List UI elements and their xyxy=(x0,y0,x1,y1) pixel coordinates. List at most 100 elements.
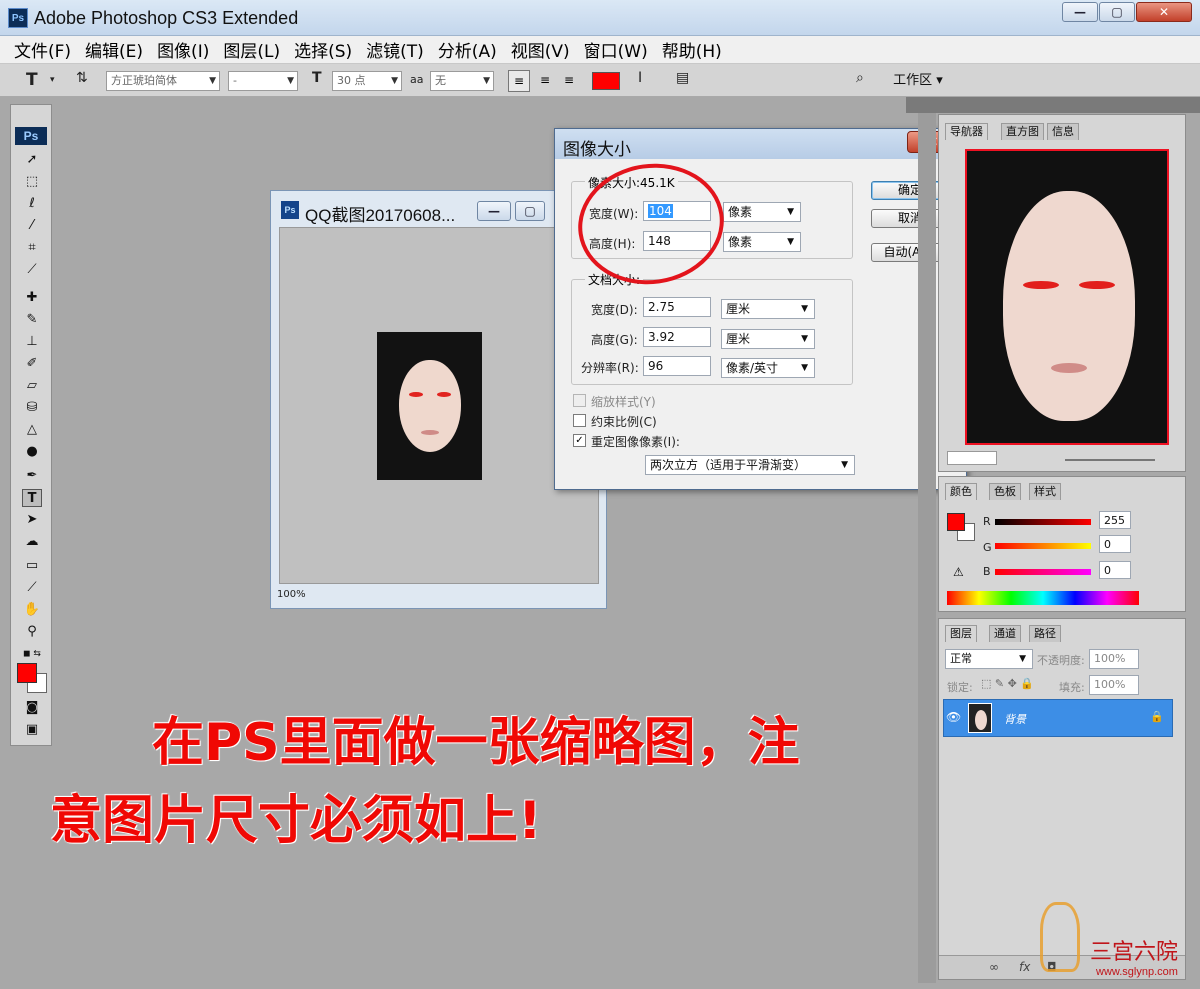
workspace-button[interactable]: 工作区 ▾ xyxy=(884,70,952,92)
slice-tool-icon[interactable]: ⟋ xyxy=(22,261,42,279)
doc-height-unit-select[interactable]: 厘米 ▼ xyxy=(721,329,815,349)
file-browser-icon[interactable]: ⌕ xyxy=(856,70,864,86)
fx-icon[interactable]: fx xyxy=(1019,960,1030,974)
menu-file[interactable]: 文件(F) xyxy=(14,37,71,62)
screen-mode-icon[interactable]: ▣ xyxy=(22,721,42,739)
doc-width-unit-select[interactable]: 厘米 ▼ xyxy=(721,299,815,319)
align-left-icon[interactable]: ≡ xyxy=(508,70,530,92)
history-brush-icon[interactable]: ✐ xyxy=(22,355,42,373)
color-fg-swatch[interactable] xyxy=(947,513,965,531)
resolution-input[interactable]: 96 xyxy=(643,356,711,376)
swap-colors-icon[interactable]: ◼ ⇆ xyxy=(22,645,42,663)
lips-shape xyxy=(1051,363,1087,373)
doc-height-input[interactable]: 3.92 xyxy=(643,327,711,347)
align-right-icon[interactable]: ≡ xyxy=(558,70,580,92)
healing-brush-icon[interactable]: ✚ xyxy=(22,289,42,307)
doc-minimize-button[interactable]: — xyxy=(477,201,511,221)
menu-layer[interactable]: 图层(L) xyxy=(223,37,280,62)
gamut-warning-icon[interactable]: ⚠ xyxy=(953,565,964,579)
tab-swatches[interactable]: 色板 xyxy=(989,483,1021,500)
tab-layers[interactable]: 图层 xyxy=(945,625,977,642)
align-center-icon[interactable]: ≡ xyxy=(534,70,556,92)
resample-checkbox[interactable]: ✓ xyxy=(573,434,586,447)
zoom-level[interactable]: 100% xyxy=(277,589,327,605)
warp-text-icon[interactable]: Ӏ xyxy=(638,70,642,86)
link-layers-icon[interactable]: ∞ xyxy=(989,960,999,974)
navigator-preview[interactable] xyxy=(965,149,1169,445)
menu-image[interactable]: 图像(I) xyxy=(157,37,209,62)
shape-tool-icon[interactable]: ☁ xyxy=(22,533,42,551)
b-slider[interactable] xyxy=(995,569,1091,575)
menu-select[interactable]: 选择(S) xyxy=(294,37,352,62)
g-input[interactable]: 0 xyxy=(1099,535,1131,553)
tab-histogram[interactable]: 直方图 xyxy=(1001,123,1044,140)
navigator-zoom-slider[interactable] xyxy=(1065,459,1155,461)
lock-icons[interactable]: ⬚ ✎ ✥ 🔒 xyxy=(981,677,1034,690)
fill-input[interactable]: 100% xyxy=(1089,675,1139,695)
dodge-tool-icon[interactable]: ● xyxy=(22,443,42,461)
notes-tool-icon[interactable]: ▭ xyxy=(22,557,42,575)
eyedropper-tool-icon[interactable]: ⟋ xyxy=(22,579,42,597)
menu-edit[interactable]: 编辑(E) xyxy=(85,37,143,62)
maximize-button[interactable]: ▢ xyxy=(1099,2,1135,22)
tab-info[interactable]: 信息 xyxy=(1047,123,1079,140)
constrain-proportions-checkbox[interactable] xyxy=(573,414,586,427)
menu-filter[interactable]: 滤镜(T) xyxy=(366,37,424,62)
b-input[interactable]: 0 xyxy=(1099,561,1131,579)
tab-navigator[interactable]: 导航器 xyxy=(945,123,988,140)
pixel-width-unit-select[interactable]: 像素 ▼ xyxy=(723,202,801,222)
doc-maximize-button[interactable]: ▢ xyxy=(515,201,545,221)
scale-styles-checkbox[interactable] xyxy=(573,394,586,407)
brush-tool-icon[interactable]: ✎ xyxy=(22,311,42,329)
move-tool-icon[interactable]: ➚ xyxy=(22,151,42,169)
pen-tool-icon[interactable]: ✒ xyxy=(22,467,42,485)
quick-mask-icon[interactable]: ◙ xyxy=(22,699,42,717)
crop-tool-icon[interactable]: ⌗ xyxy=(22,239,42,257)
tab-color[interactable]: 颜色 xyxy=(945,483,977,500)
menu-help[interactable]: 帮助(H) xyxy=(662,37,722,62)
navigator-zoom-input[interactable] xyxy=(947,451,997,465)
menu-view[interactable]: 视图(V) xyxy=(511,37,570,62)
font-family-select[interactable]: 方正琥珀简体 ▼ xyxy=(106,71,220,91)
font-size-select[interactable]: 30 点 ▼ xyxy=(332,71,402,91)
tab-paths[interactable]: 路径 xyxy=(1029,625,1061,642)
close-button[interactable]: ✕ xyxy=(1136,2,1192,22)
tab-channels[interactable]: 通道 xyxy=(989,625,1021,642)
r-input[interactable]: 255 xyxy=(1099,511,1131,529)
magic-wand-tool-icon[interactable]: ⁄ xyxy=(22,217,42,235)
resample-method-select[interactable]: 两次立方（适用于平滑渐变） ▼ xyxy=(645,455,855,475)
font-style-select[interactable]: - ▼ xyxy=(228,71,298,91)
paint-bucket-icon[interactable]: ⛁ xyxy=(22,399,42,417)
g-slider[interactable] xyxy=(995,543,1091,549)
opacity-input[interactable]: 100% xyxy=(1089,649,1139,669)
type-tool-preset-icon[interactable]: T xyxy=(26,70,38,90)
resolution-unit-select[interactable]: 像素/英寸 ▼ xyxy=(721,358,815,378)
marquee-tool-icon[interactable]: ⬚ xyxy=(22,173,42,191)
character-panel-icon[interactable]: ▤ xyxy=(676,70,689,86)
doc-width-input[interactable]: 2.75 xyxy=(643,297,711,317)
foreground-color-swatch[interactable] xyxy=(17,663,37,683)
tab-styles[interactable]: 样式 xyxy=(1029,483,1061,500)
blur-tool-icon[interactable]: △ xyxy=(22,421,42,439)
document-canvas[interactable] xyxy=(279,227,599,584)
pixel-height-unit-select[interactable]: 像素 ▼ xyxy=(723,232,801,252)
text-color-swatch[interactable] xyxy=(592,72,620,90)
r-slider[interactable] xyxy=(995,519,1091,525)
layer-row[interactable]: 👁 背景 🔒 xyxy=(943,699,1173,737)
blend-mode-select[interactable]: 正常 ▼ xyxy=(945,649,1033,669)
anti-alias-select[interactable]: 无 ▼ xyxy=(430,71,494,91)
path-selection-icon[interactable]: ➤ xyxy=(22,511,42,529)
eraser-tool-icon[interactable]: ▱ xyxy=(22,377,42,395)
minimize-button[interactable]: — xyxy=(1062,2,1098,22)
chevron-down-icon[interactable]: ▾ xyxy=(50,75,55,85)
text-orientation-icon[interactable]: ⇅ xyxy=(76,70,88,86)
type-tool-icon[interactable]: T xyxy=(22,489,42,507)
zoom-tool-icon[interactable]: ⚲ xyxy=(22,623,42,641)
eye-visibility-icon[interactable]: 👁 xyxy=(946,710,961,724)
menu-window[interactable]: 窗口(W) xyxy=(584,37,648,62)
menu-analysis[interactable]: 分析(A) xyxy=(438,37,497,62)
lasso-tool-icon[interactable]: ℓ xyxy=(22,195,42,213)
hand-tool-icon[interactable]: ✋ xyxy=(22,601,42,619)
color-spectrum-bar[interactable] xyxy=(947,591,1139,605)
stamp-tool-icon[interactable]: ⊥ xyxy=(22,333,42,351)
